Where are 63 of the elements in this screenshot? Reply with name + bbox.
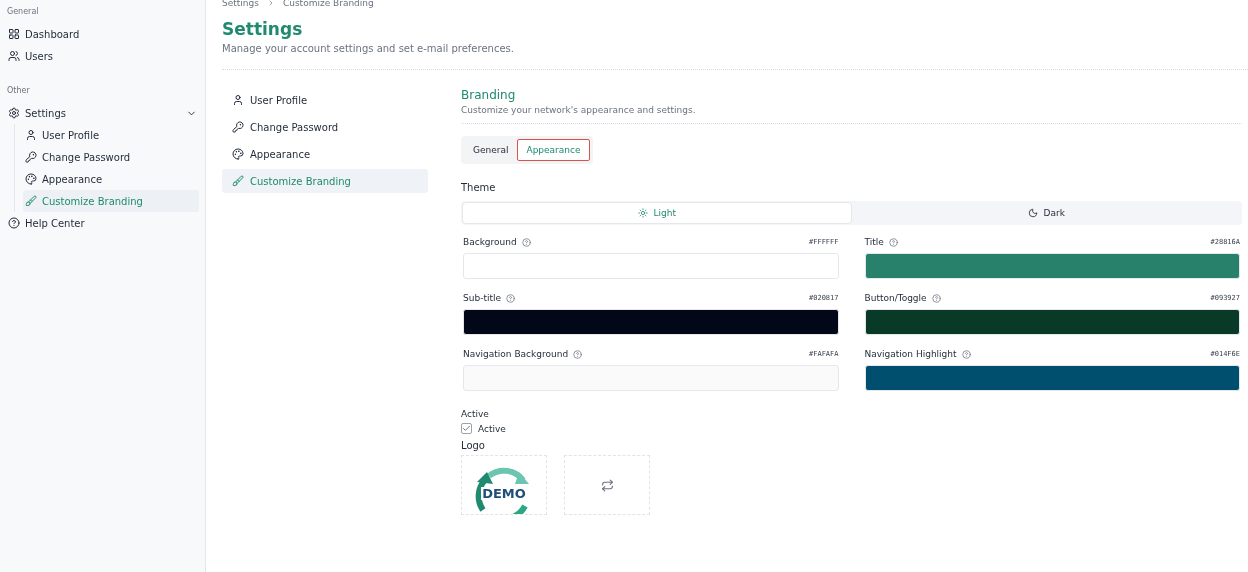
theme-option[interactable]: Light	[462, 202, 852, 224]
color-swatch[interactable]	[463, 253, 839, 279]
sidebar-item[interactable]: Appearance	[23, 168, 199, 190]
logo-text: DEMO	[481, 486, 527, 500]
brush-icon	[232, 175, 244, 187]
breadcrumb-item[interactable]: Customize Branding	[282, 0, 374, 8]
section-title: Branding	[461, 88, 517, 102]
color-label: Button/Toggle	[864, 293, 927, 303]
sidebar-item[interactable]: Customize Branding	[23, 190, 199, 212]
color-label: Navigation Background	[463, 349, 569, 359]
settings-icon	[8, 107, 20, 119]
section-subtitle: Customize your network's appearance and settings.	[461, 105, 697, 115]
sidebar-item[interactable]: Help Center	[6, 212, 199, 234]
sidebar-item[interactable]: Settings	[6, 102, 199, 124]
swap-icon	[600, 478, 614, 492]
sun-icon	[637, 208, 648, 218]
sidebar-item[interactable]: Users	[6, 45, 199, 67]
settings-nav-item[interactable]: Appearance	[222, 142, 428, 166]
sidebar-heading: General	[6, 6, 40, 17]
tab[interactable]: Appearance	[517, 139, 590, 161]
tab[interactable]: General	[464, 139, 518, 161]
sidebar-item[interactable]: Dashboard	[6, 23, 199, 45]
checkbox-label: Active	[478, 423, 506, 434]
settings-nav-item[interactable]: Change Password	[222, 115, 428, 139]
key-icon	[232, 121, 244, 133]
color-label: Title	[864, 237, 884, 247]
settings-nav-item[interactable]: Customize Branding	[222, 169, 428, 193]
page-title: Settings	[222, 19, 304, 39]
theme-label: Theme	[461, 182, 497, 193]
color-swatch[interactable]	[463, 365, 839, 391]
color-swatch[interactable]	[864, 253, 1240, 279]
page-subtitle: Manage your account settings and set e-mail preferences.	[222, 43, 515, 54]
color-label: Navigation Highlight	[864, 349, 957, 359]
color-label: Sub-title	[463, 293, 501, 303]
color-swatch[interactable]	[864, 365, 1240, 391]
color-swatch[interactable]	[463, 309, 839, 335]
help-icon[interactable]	[521, 237, 531, 247]
help-icon[interactable]	[931, 293, 941, 303]
breadcrumb-item[interactable]: Settings	[222, 0, 259, 8]
color-label: Background	[463, 237, 517, 247]
sidebar-item[interactable]: User Profile	[23, 124, 199, 146]
help-icon[interactable]	[573, 349, 583, 359]
help-icon[interactable]	[961, 349, 971, 359]
settings-nav-item[interactable]: User Profile	[222, 88, 428, 112]
checkbox[interactable]	[461, 423, 472, 434]
brush-icon	[25, 195, 37, 207]
sidebar-heading: Other	[6, 85, 31, 96]
color-swatch[interactable]	[864, 309, 1240, 335]
sidebar-item[interactable]: Change Password	[23, 146, 199, 168]
dashboard-icon	[8, 28, 20, 40]
active-heading: Active	[461, 409, 490, 419]
theme-option[interactable]: Dark	[851, 202, 1241, 224]
palette-icon	[232, 148, 244, 160]
user-icon	[232, 94, 244, 106]
moon-icon	[1027, 208, 1038, 218]
palette-icon	[25, 173, 37, 185]
users-icon	[8, 50, 20, 62]
help-icon	[8, 217, 20, 229]
help-icon[interactable]	[888, 237, 898, 247]
logo-heading: Logo	[461, 440, 486, 451]
user-icon	[25, 129, 37, 141]
key-icon	[25, 151, 37, 163]
help-icon[interactable]	[506, 293, 515, 303]
